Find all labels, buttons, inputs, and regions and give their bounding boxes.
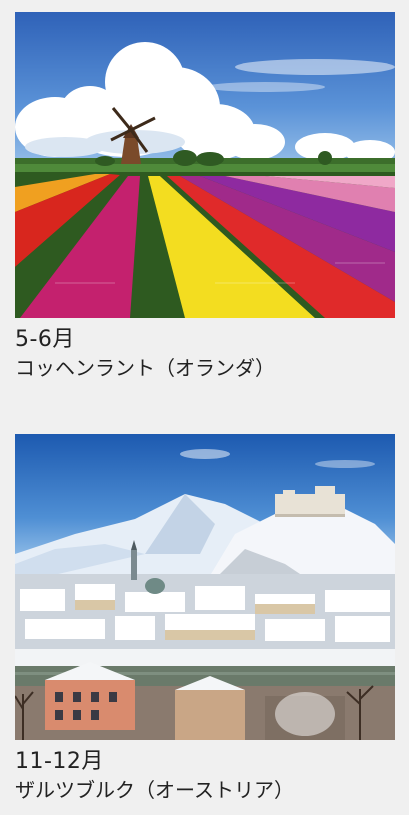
month-range-label: 5-6月 bbox=[15, 327, 75, 352]
caption-may-june: 5-6月 コッヘンラント（オランダ） bbox=[15, 326, 395, 382]
salzburg-winter-photo bbox=[15, 434, 395, 740]
place-label: ザルツブルク（オーストリア） bbox=[15, 778, 294, 802]
place-label: コッヘンラント（オランダ） bbox=[15, 356, 275, 380]
tulip-field-photo bbox=[15, 12, 395, 318]
calendar-page: 5-6月 コッヘンラント（オランダ） 11-12月 ザルツブルク（オーストリア） bbox=[0, 0, 409, 815]
caption-november-december: 11-12月 ザルツブルク（オーストリア） bbox=[15, 748, 395, 804]
month-range-label: 11-12月 bbox=[15, 749, 104, 774]
